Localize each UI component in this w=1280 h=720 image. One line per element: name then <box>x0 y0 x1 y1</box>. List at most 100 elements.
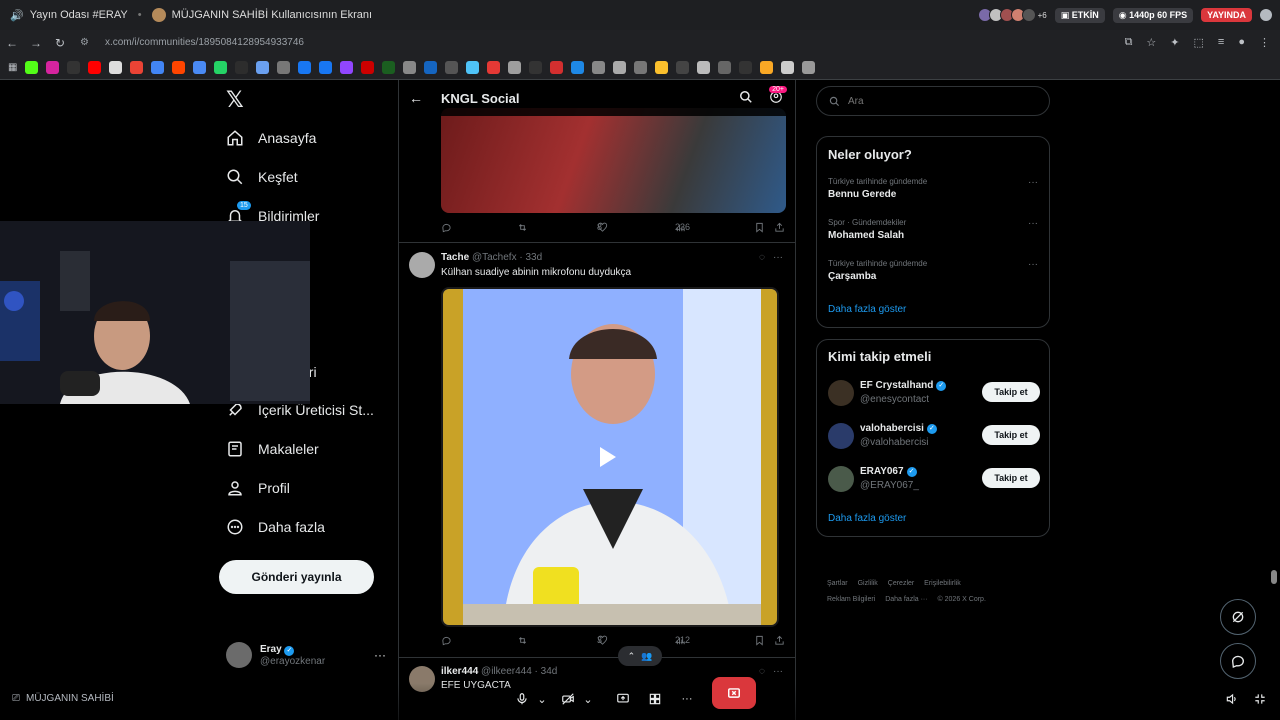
nav-item-explore[interactable]: Keşfet <box>226 165 298 189</box>
more-icon[interactable]: ··· <box>1028 177 1038 188</box>
bookmark-icon[interactable] <box>718 60 732 74</box>
bookmark-icon[interactable] <box>760 60 774 74</box>
trend-item[interactable]: Türkiye tarihinde gündemde Çarşamba ··· <box>828 259 1038 282</box>
bookmark-icon[interactable] <box>529 60 543 74</box>
footer-link[interactable]: Erişilebilirlik <box>924 580 961 587</box>
more-icon[interactable]: ··· <box>773 252 783 263</box>
views-button[interactable]: 236 <box>675 222 690 233</box>
bookmark-icon[interactable] <box>739 60 753 74</box>
bookmark-reddit-icon[interactable] <box>172 60 186 74</box>
nav-item-profile[interactable]: Profil <box>226 476 290 500</box>
back-arrow-icon[interactable]: ← <box>409 90 423 106</box>
puzzle-icon[interactable]: ⬚ <box>1194 36 1204 49</box>
bookmark-facebook-icon[interactable] <box>319 60 333 74</box>
more-icon[interactable]: ··· <box>773 666 783 677</box>
microphone-options[interactable]: ⌄ <box>535 685 549 713</box>
bookmark-icon[interactable] <box>361 60 375 74</box>
follow-suggestion[interactable]: ERAY067 ✓ @ERAY067_ Takip et <box>828 464 1040 494</box>
search-icon[interactable] <box>739 90 753 104</box>
bookmark-icon[interactable] <box>508 60 522 74</box>
bookmark-icon[interactable] <box>571 60 585 74</box>
nav-item-home[interactable]: Anasayfa <box>226 126 316 150</box>
bookmark-icon[interactable] <box>613 60 627 74</box>
star-icon[interactable]: ☆ <box>1146 36 1156 49</box>
viewer-avatars[interactable]: +6 <box>977 8 1047 22</box>
bookmark-icon[interactable] <box>676 60 690 74</box>
microphone-button[interactable] <box>512 685 532 713</box>
playlist-icon[interactable]: ≡ <box>1218 36 1224 49</box>
bookmark-icon[interactable] <box>256 60 270 74</box>
footer-link[interactable]: Daha fazla ··· <box>885 596 927 603</box>
trend-item[interactable]: Spor · Gündemdekiler Mohamed Salah ··· <box>828 218 1038 241</box>
expand-participants-button[interactable]: ⌃ 👥 <box>618 646 662 666</box>
tweet-author[interactable]: Tache @Tachefx · 33d <box>441 252 542 263</box>
footer-link[interactable]: Reklam Bilgileri <box>827 596 875 603</box>
more-icon[interactable]: ··· <box>1028 259 1038 270</box>
share-button[interactable] <box>774 635 785 646</box>
scrollbar[interactable] <box>1271 570 1277 584</box>
bookmark-icon[interactable] <box>151 60 165 74</box>
bookmark-icon[interactable] <box>655 60 669 74</box>
share-screen-button[interactable] <box>612 685 634 713</box>
reply-button[interactable] <box>441 635 452 646</box>
chat-bubble-icon[interactable] <box>1260 9 1272 21</box>
extension-icon[interactable]: ✦ <box>1170 36 1179 49</box>
bookmark-youtube-icon[interactable] <box>88 60 102 74</box>
x-logo[interactable]: 𝕏 <box>226 87 244 112</box>
account-switcher[interactable]: Eray ✓ @erayozkenar ··· <box>226 642 386 668</box>
nav-item-more[interactable]: Daha fazla <box>226 515 325 539</box>
more-icon[interactable]: ··· <box>1028 218 1038 229</box>
reply-button[interactable] <box>441 222 452 233</box>
bookmark-icon[interactable] <box>193 60 207 74</box>
bookmark-icon[interactable] <box>277 60 291 74</box>
menu-icon[interactable]: ⋮ <box>1259 36 1270 49</box>
bookmark-icon[interactable] <box>382 60 396 74</box>
messages-button[interactable] <box>1220 643 1256 679</box>
bookmark-kick-icon[interactable] <box>25 60 39 74</box>
like-button[interactable]: 8 <box>597 222 608 233</box>
footer-link[interactable]: Gizlilik <box>858 580 878 587</box>
grok-icon[interactable]: ◌ <box>759 252 765 263</box>
bookmark-icon[interactable] <box>403 60 417 74</box>
bookmark-icon[interactable] <box>487 60 501 74</box>
footer-link[interactable]: Şartlar <box>827 580 848 587</box>
more-icon[interactable]: ··· <box>374 648 386 662</box>
fullscreen-button[interactable] <box>1250 685 1270 713</box>
retweet-button[interactable] <box>517 635 528 646</box>
camera-options[interactable]: ⌄ <box>581 685 595 713</box>
site-info-icon[interactable]: ⚙ <box>80 37 89 48</box>
avatar[interactable] <box>409 252 435 278</box>
apps-icon[interactable]: ▦ <box>8 62 17 73</box>
follow-button[interactable]: Takip et <box>982 425 1040 445</box>
show-more-link[interactable]: Daha fazla göster <box>828 513 906 524</box>
bookmark-x-icon[interactable] <box>67 60 81 74</box>
bookmark-icon[interactable] <box>634 60 648 74</box>
grok-icon[interactable]: ◌ <box>759 666 765 677</box>
nav-item-articles[interactable]: Makaleler <box>226 437 319 461</box>
trend-item[interactable]: Türkiye tarihinde gündemde Bennu Gerede … <box>828 177 1038 200</box>
follow-button[interactable]: Takip et <box>982 382 1040 402</box>
like-button[interactable]: 3 <box>597 635 608 646</box>
bookmark-icon[interactable] <box>802 60 816 74</box>
bookmark-instagram-icon[interactable] <box>46 60 60 74</box>
bookmark-icon[interactable] <box>781 60 795 74</box>
bookmark-button[interactable] <box>754 635 765 646</box>
bookmark-icon[interactable] <box>466 60 480 74</box>
bookmark-button[interactable] <box>754 222 765 233</box>
footer-link[interactable]: Çerezler <box>888 580 914 587</box>
follow-suggestion[interactable]: EF Crystalhand ✓ @enesycontact Takip et <box>828 378 1040 408</box>
tweet-media[interactable] <box>441 108 786 213</box>
reload-icon[interactable]: ↻ <box>48 36 72 50</box>
bookmark-icon[interactable] <box>424 60 438 74</box>
camera-button[interactable] <box>558 685 578 713</box>
volume-button[interactable] <box>1222 685 1242 713</box>
views-button[interactable]: 212 <box>675 635 690 646</box>
bookmark-icon[interactable] <box>697 60 711 74</box>
bookmark-icon[interactable] <box>235 60 249 74</box>
tweet-author[interactable]: ilker444 @ilkeer444 · 34d <box>441 666 557 677</box>
retweet-button[interactable] <box>517 222 528 233</box>
activities-button[interactable] <box>644 685 666 713</box>
bookmark-gmail-icon[interactable] <box>130 60 144 74</box>
bookmark-icon[interactable] <box>592 60 606 74</box>
follow-suggestion[interactable]: valohabercisi ✓ @valohabercisi Takip et <box>828 421 1040 451</box>
